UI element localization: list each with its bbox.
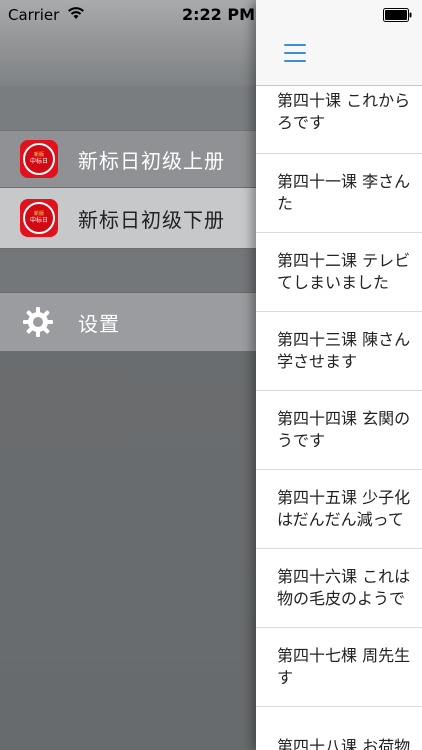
lesson-subtitle: うです xyxy=(277,431,326,450)
list-item[interactable]: 第四十三课 陳さん 学させます xyxy=(256,312,422,391)
list-item[interactable]: 第四十六课 これは 物の毛皮のようで xyxy=(256,549,422,628)
drawer-item-book-lower[interactable]: 新版 中标日 新标日初级下册 xyxy=(0,188,256,248)
carrier-label: Carrier xyxy=(8,6,60,24)
side-drawer: 新版 中标日 新标日初级上册 新版 中标日 新标日初级下册 设置 xyxy=(0,0,256,750)
lesson-title: 第四十六课 これは xyxy=(277,567,411,586)
lesson-subtitle: ろです xyxy=(277,113,326,132)
lesson-title: 第四十七棵 周先生 xyxy=(277,646,411,665)
book-app-icon: 新版 中标日 xyxy=(20,199,58,237)
lesson-title: 第四十课 これから xyxy=(277,91,411,110)
list-item[interactable]: 第四十七棵 周先生 す xyxy=(256,628,422,707)
lesson-subtitle: 物の毛皮のようで xyxy=(277,589,406,608)
list-item[interactable]: 第四十四课 玄関の うです xyxy=(256,391,422,470)
main-panel: 第四十课 これから ろです 第四十一课 李さん た 第四十二课 テレビ てしまい… xyxy=(256,0,422,750)
book-app-icon: 新版 中标日 xyxy=(20,140,58,178)
drawer-item-label: 新标日初级上册 xyxy=(78,148,225,173)
wifi-icon xyxy=(68,7,84,19)
lesson-subtitle: す xyxy=(277,668,294,687)
lesson-title: 第四十三课 陳さん xyxy=(277,330,411,349)
lesson-subtitle: 学させます xyxy=(277,352,358,371)
lesson-title: 第四十四课 玄関の xyxy=(277,409,411,428)
lesson-subtitle: てしまいました xyxy=(277,273,390,292)
icon-text-main: 中标日 xyxy=(29,158,48,165)
hamburger-menu-icon[interactable] xyxy=(284,44,306,62)
icon-text-main: 中标日 xyxy=(29,217,48,224)
battery-icon xyxy=(383,8,412,22)
status-time: 2:22 PM xyxy=(182,5,256,24)
lesson-list: 第四十课 これから ろです 第四十一课 李さん た 第四十二课 テレビ てしまい… xyxy=(256,86,422,750)
lesson-title: 第四十八课 お荷物 xyxy=(277,736,411,750)
lesson-subtitle: はだんだん減って xyxy=(277,510,404,529)
list-item[interactable]: 第四十一课 李さん た xyxy=(256,154,422,233)
list-item[interactable]: 第四十二课 テレビ てしまいました xyxy=(256,233,422,312)
list-item[interactable]: 第四十课 これから ろです xyxy=(256,86,422,154)
drawer-item-settings[interactable]: 设置 xyxy=(0,293,256,351)
drawer-item-book-upper[interactable]: 新版 中标日 新标日初级上册 xyxy=(0,131,256,187)
settings-label: 设置 xyxy=(78,311,120,336)
lesson-title: 第四十二课 テレビ xyxy=(277,251,411,270)
lesson-title: 第四十一课 李さん xyxy=(277,172,411,191)
drawer-divider-space xyxy=(0,249,256,292)
lesson-subtitle: た xyxy=(277,194,294,213)
status-bar: Carrier 2:22 PM xyxy=(0,0,422,30)
list-item[interactable]: 第四十八课 お荷物 xyxy=(256,707,422,750)
drawer-item-label: 新标日初级下册 xyxy=(78,207,225,232)
list-item[interactable]: 第四十五课 少子化 はだんだん減って xyxy=(256,470,422,549)
lesson-title: 第四十五课 少子化 xyxy=(277,488,411,507)
drawer-header-spacer xyxy=(0,86,256,130)
gear-icon xyxy=(23,307,53,337)
